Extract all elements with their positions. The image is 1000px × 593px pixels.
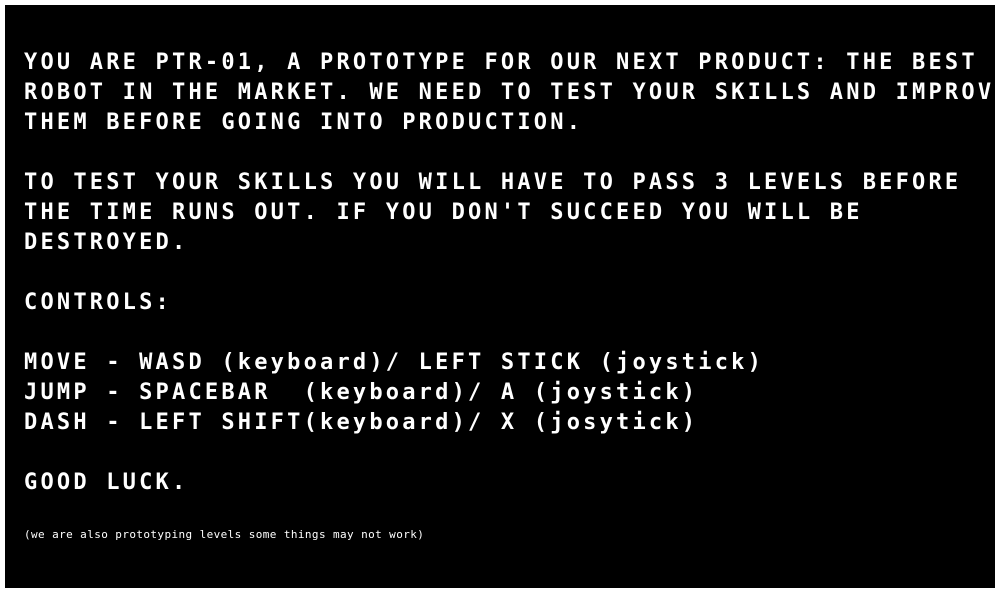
good-luck-text: GOOD LUCK. [24, 470, 189, 495]
control-jump: JUMP - SPACEBAR (keyboard)/ A (joystick) [24, 380, 699, 405]
intro-line-2: ROBOT IN THE MARKET. WE NEED TO TEST YOU… [24, 80, 1000, 105]
mission-line-2: THE TIME RUNS OUT. IF YOU DON'T SUCCEED … [24, 200, 863, 225]
mission-line-1: TO TEST YOUR SKILLS YOU WILL HAVE TO PAS… [24, 170, 962, 195]
game-briefing-screen: YOU ARE PTR-01, A PROTOTYPE FOR OUR NEXT… [5, 5, 1000, 588]
control-move: MOVE - WASD (keyboard)/ LEFT STICK (joys… [24, 350, 765, 375]
mission-line-3: DESTROYED. [24, 230, 189, 255]
prototype-disclaimer: (we are also prototyping levels some thi… [24, 528, 425, 541]
intro-line-1: YOU ARE PTR-01, A PROTOTYPE FOR OUR NEXT… [24, 50, 978, 75]
controls-heading: CONTROLS: [24, 290, 173, 315]
control-dash: DASH - LEFT SHIFT(keyboard)/ X (josytick… [24, 410, 699, 435]
intro-line-3: THEM BEFORE GOING INTO PRODUCTION. [24, 110, 584, 135]
